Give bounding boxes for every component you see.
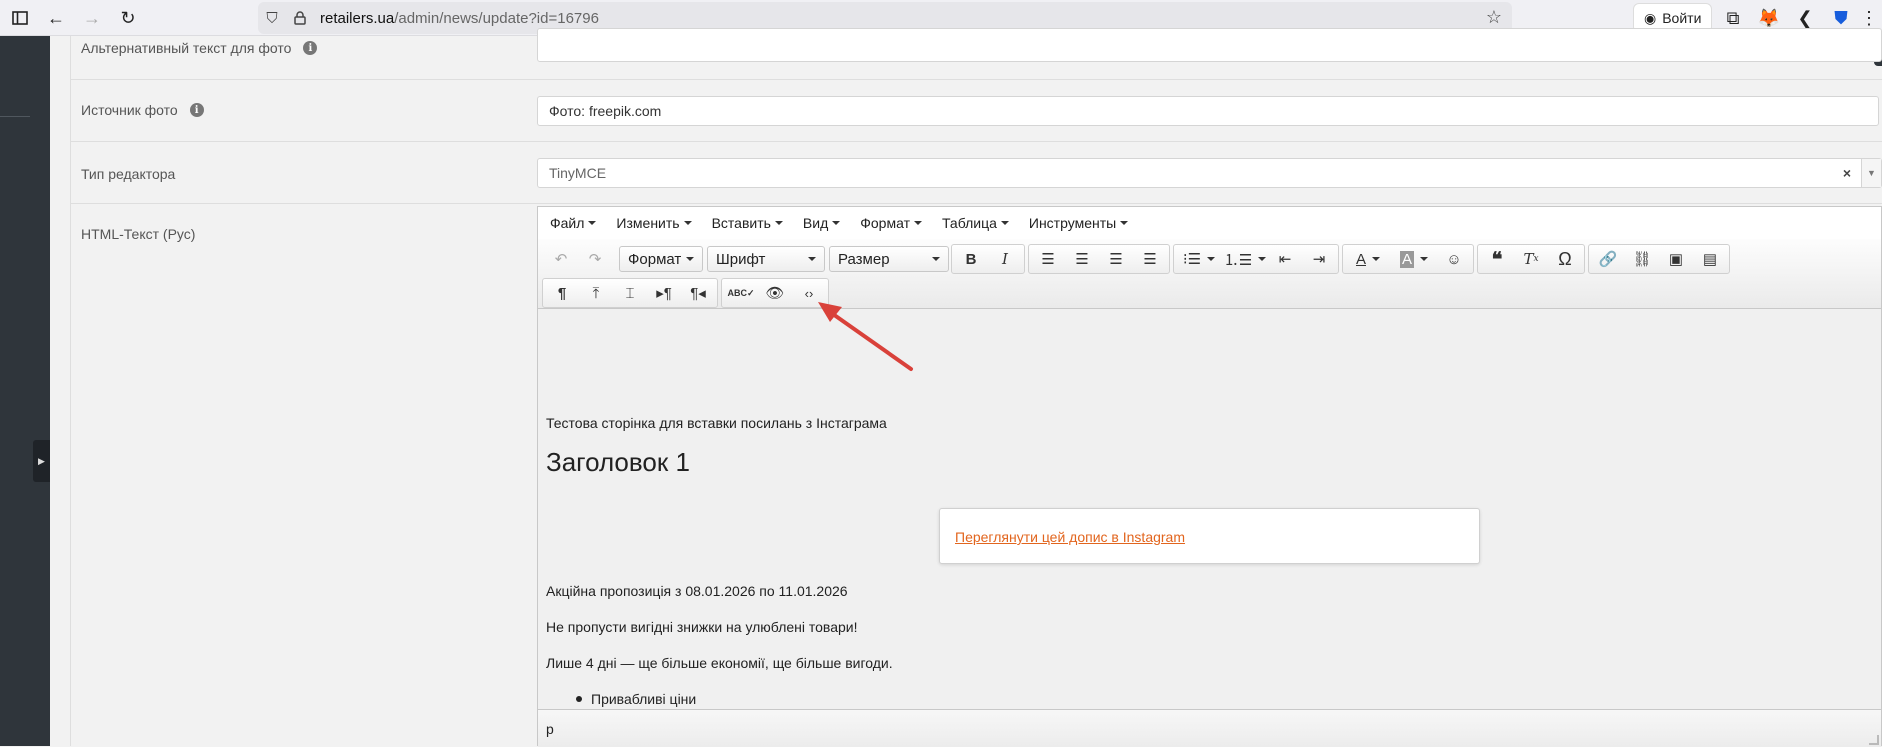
annotation-arrow-overlay [818,302,913,371]
annotation-arrow-line [828,310,913,371]
